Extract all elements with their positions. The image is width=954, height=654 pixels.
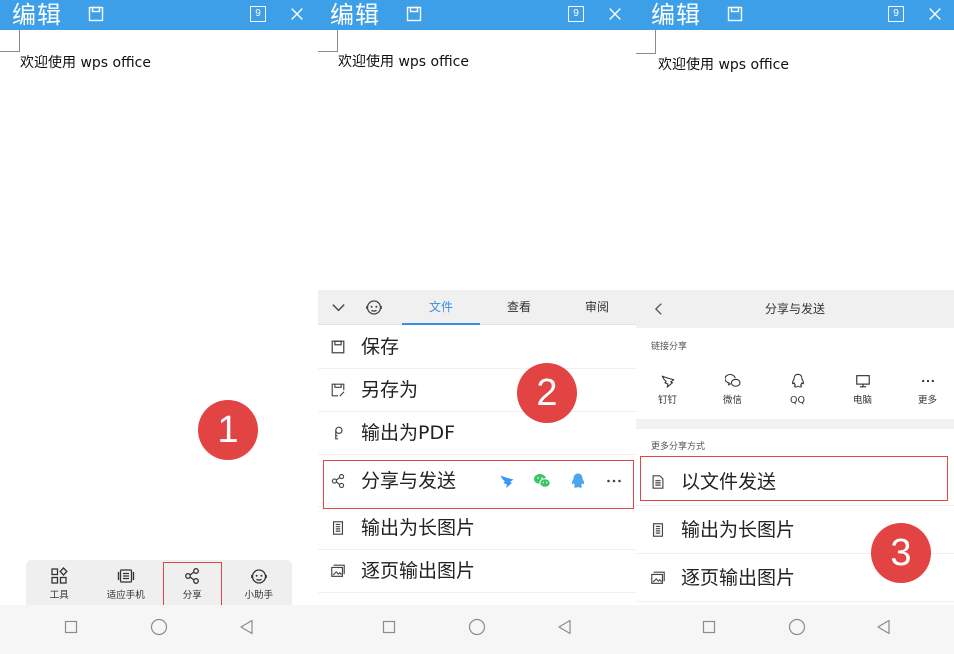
menu-item-export-page-images[interactable]: 逐页输出图片 (318, 550, 636, 593)
share-target-computer[interactable]: 电脑 (830, 368, 895, 408)
bottom-toolbar: 工具 适应手机 分享 小助手 (26, 560, 292, 605)
menu-item-label: 保存 (361, 336, 400, 358)
home-circle-icon[interactable] (150, 618, 168, 636)
method-label: 输出为长图片 (681, 519, 796, 541)
page-margin-marker (318, 30, 338, 52)
highlight-box (163, 562, 222, 608)
menu-item-label: 输出为PDF (361, 422, 456, 444)
top-bar: 编辑 9 (318, 0, 636, 30)
share-target-dingtalk[interactable]: 钉钉 (636, 368, 700, 408)
menu-item-label: 另存为 (361, 379, 419, 401)
screen-step-3: 编辑 9 欢迎使用 wps office 分享与发送 链接分享 钉钉 微信 QQ (636, 0, 954, 654)
screen-step-2: 编辑 9 欢迎使用 wps office 文件 查看 审阅 保存 另存为 输出为… (318, 0, 636, 654)
document-text[interactable]: 欢迎使用 wps office (20, 54, 151, 72)
toolbar-item-label: 适应手机 (106, 590, 145, 601)
recents-square-icon[interactable] (700, 618, 718, 636)
menu-item-label: 逐页输出图片 (361, 560, 476, 582)
section-divider (636, 419, 954, 429)
close-icon[interactable] (289, 6, 305, 22)
highlight-box (323, 460, 634, 509)
edit-mode-title: 编辑 (12, 1, 62, 29)
back-triangle-icon[interactable] (875, 618, 893, 636)
top-bar: 编辑 9 (0, 0, 318, 30)
screen-step-1: 编辑 9 欢迎使用 wps office 1 工具 适应手机 分享 小助手 (0, 0, 318, 654)
long-image-icon (330, 520, 346, 536)
save-icon[interactable] (405, 5, 423, 23)
menu-item-export-pdf[interactable]: 输出为PDF (318, 412, 636, 455)
recents-square-icon[interactable] (62, 618, 80, 636)
top-bar: 编辑 9 (636, 0, 954, 30)
share-target-label: 更多 (917, 395, 937, 406)
toolbar-item-label: 工具 (49, 590, 69, 601)
android-nav-bar (318, 605, 636, 654)
page-margin-marker (636, 30, 656, 54)
share-sheet-header: 分享与发送 (636, 290, 954, 328)
share-target-wechat[interactable]: 微信 (700, 368, 765, 408)
android-nav-bar (636, 605, 954, 654)
share-target-label: 微信 (722, 395, 742, 406)
edit-mode-title: 编辑 (330, 1, 380, 29)
save-as-icon (330, 382, 346, 398)
menu-item-save-as[interactable]: 另存为 (318, 369, 636, 412)
toolbar-item-label: 小助手 (244, 590, 273, 601)
save-icon[interactable] (726, 5, 744, 23)
chevron-down-icon[interactable] (330, 299, 347, 316)
home-circle-icon[interactable] (468, 618, 486, 636)
tab-review[interactable]: 审阅 (558, 290, 636, 325)
page-images-icon (650, 570, 666, 586)
assistant-icon[interactable] (365, 298, 383, 316)
document-text[interactable]: 欢迎使用 wps office (658, 56, 789, 74)
tab-count-button[interactable]: 9 (250, 6, 266, 22)
highlight-box (640, 456, 948, 501)
edit-mode-title: 编辑 (651, 1, 701, 29)
pdf-export-icon (330, 425, 346, 441)
share-target-label: 电脑 (852, 395, 872, 406)
assistant-icon (250, 567, 268, 585)
dingtalk-icon (660, 373, 676, 389)
tab-view[interactable]: 查看 (480, 290, 558, 325)
recents-square-icon[interactable] (380, 618, 398, 636)
toolbar-item-assistant[interactable]: 小助手 (226, 560, 293, 605)
share-sheet-title: 分享与发送 (764, 302, 825, 316)
save-icon[interactable] (87, 5, 105, 23)
back-triangle-icon[interactable] (556, 618, 574, 636)
close-icon[interactable] (607, 6, 623, 22)
page-margin-marker (0, 30, 20, 52)
step-badge: 1 (198, 400, 258, 460)
fit-phone-icon (117, 567, 135, 585)
file-menu-sheet: 文件 查看 审阅 保存 另存为 输出为PDF 分享与发送 输出为长图片 逐页输出… (318, 290, 636, 605)
step-badge: 2 (517, 363, 577, 423)
grid-icon (50, 567, 68, 585)
link-share-label: 链接分享 (651, 342, 688, 352)
tab-count-button[interactable]: 9 (888, 6, 904, 22)
share-target-more[interactable]: 更多 (895, 368, 954, 408)
menu-tab-row: 文件 查看 审阅 (318, 290, 636, 325)
android-nav-bar (0, 605, 318, 654)
menu-item-save[interactable]: 保存 (318, 326, 636, 369)
qq-icon (790, 373, 806, 389)
long-image-icon (650, 522, 666, 538)
share-target-qq[interactable]: QQ (765, 368, 830, 408)
document-text[interactable]: 欢迎使用 wps office (338, 53, 469, 71)
page-images-icon (330, 563, 346, 579)
share-target-label: QQ (790, 395, 805, 406)
share-target-label: 钉钉 (657, 395, 677, 406)
toolbar-item-tools[interactable]: 工具 (26, 560, 93, 605)
tab-file[interactable]: 文件 (402, 290, 480, 325)
toolbar-item-fit-phone[interactable]: 适应手机 (93, 560, 160, 605)
close-icon[interactable] (927, 6, 943, 22)
save-icon (330, 339, 346, 355)
wechat-icon (725, 373, 741, 389)
step-badge: 3 (871, 523, 931, 583)
tab-count-button[interactable]: 9 (568, 6, 584, 22)
method-label: 逐页输出图片 (681, 567, 796, 589)
menu-item-label: 输出为长图片 (361, 517, 476, 539)
home-circle-icon[interactable] (788, 618, 806, 636)
link-share-targets: 钉钉 微信 QQ 电脑 更多 (636, 368, 954, 408)
menu-item-export-long-image[interactable]: 输出为长图片 (318, 507, 636, 550)
computer-icon (855, 373, 871, 389)
more-share-methods-label: 更多分享方式 (651, 442, 706, 452)
back-triangle-icon[interactable] (238, 618, 256, 636)
more-icon (920, 373, 936, 389)
